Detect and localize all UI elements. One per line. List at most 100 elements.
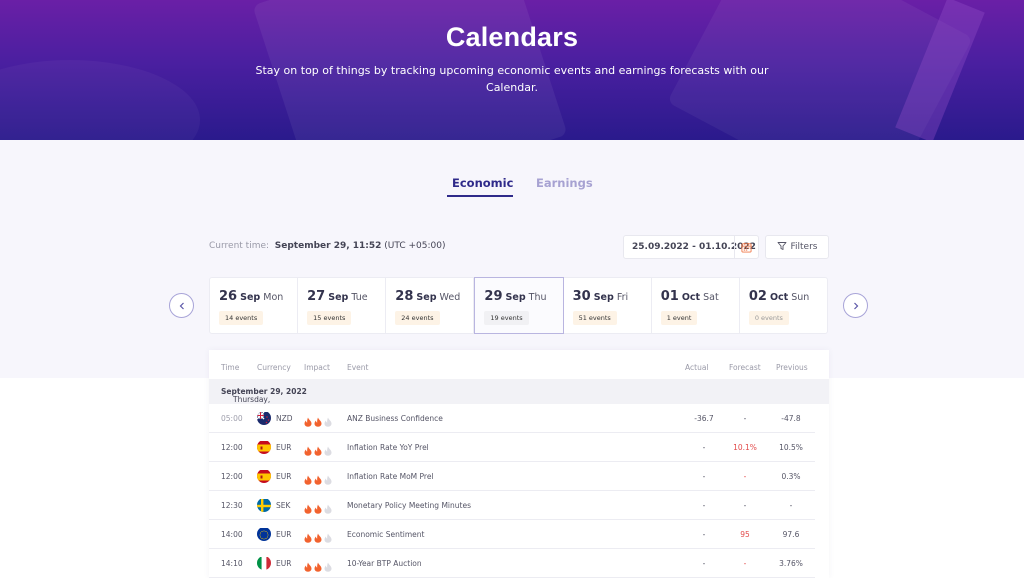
event-forecast: - bbox=[743, 501, 747, 510]
event-name: Inflation Rate YoY Prel bbox=[347, 443, 429, 452]
event-name: Monetary Policy Meeting Minutes bbox=[347, 501, 471, 510]
event-name: Inflation Rate MoM Prel bbox=[347, 472, 434, 481]
event-name: ANZ Business Confidence bbox=[347, 414, 443, 423]
event-time: 12:00 bbox=[221, 443, 243, 452]
page-title: Calendars bbox=[445, 22, 579, 52]
day-weekday: Thu bbox=[528, 292, 547, 303]
event-previous: 3.76% bbox=[779, 559, 803, 568]
day-card[interactable]: 30 Sep Fri 51 events bbox=[564, 278, 652, 333]
day-weekday: Sun bbox=[791, 292, 810, 303]
day-label: 28 Sep Wed bbox=[395, 289, 460, 304]
fire-icon bbox=[314, 441, 322, 460]
flag-es-icon bbox=[257, 440, 271, 454]
current-time-label: Current time: bbox=[209, 241, 270, 251]
day-number: 26 bbox=[219, 289, 238, 304]
impact-indicator bbox=[304, 412, 332, 431]
event-currency: NZD bbox=[276, 414, 293, 423]
column-header-forecast: Forecast bbox=[729, 363, 761, 372]
event-count-badge: 1 event bbox=[660, 311, 698, 325]
event-time: 12:30 bbox=[221, 501, 243, 510]
day-label: 27 Sep Tue bbox=[307, 289, 367, 304]
day-card[interactable]: 27 Sep Tue 15 events bbox=[298, 278, 387, 333]
table-row[interactable]: 12:30 SEK Monetary Policy Meeting Minutes -… bbox=[209, 491, 815, 520]
column-header-actual: Actual bbox=[685, 363, 709, 372]
day-label: 26 Sep Mon bbox=[219, 289, 283, 304]
day-card[interactable]: 28 Sep Wed 24 events bbox=[386, 278, 475, 333]
event-actual: - bbox=[702, 559, 706, 568]
current-time-value: September 29, 11:52 bbox=[274, 241, 382, 251]
table-row[interactable]: 05:00 NZD ANZ Business Confidence -36.7 - -47… bbox=[209, 404, 815, 433]
table-header: Time Currency Impact Event Actual Foreca… bbox=[209, 350, 829, 379]
event-name: 10-Year BTP Auction bbox=[347, 559, 422, 568]
impact-indicator bbox=[304, 528, 332, 547]
event-time: 14:00 bbox=[221, 530, 243, 539]
event-count-badge: 51 events bbox=[572, 311, 617, 325]
event-previous: 10.5% bbox=[779, 443, 803, 452]
day-label: 29 Sep Thu bbox=[484, 289, 546, 304]
day-number: 01 bbox=[660, 289, 679, 304]
event-count-badge: 19 events bbox=[484, 311, 529, 325]
event-currency: SEK bbox=[276, 501, 291, 510]
tab-earnings[interactable]: Earnings bbox=[536, 176, 593, 190]
calendar-icon[interactable] bbox=[734, 236, 758, 258]
column-header-previous: Previous bbox=[776, 363, 808, 372]
event-actual: - bbox=[702, 501, 706, 510]
chevron-right-icon bbox=[852, 299, 860, 313]
event-actual: - bbox=[702, 472, 706, 481]
day-month: Sep bbox=[240, 292, 261, 303]
page-subtitle: Stay on top of things by tracking upcomi… bbox=[255, 64, 769, 94]
day-label: 02 Oct Sun bbox=[749, 289, 809, 304]
hero-banner: Calendars Stay on top of things by track… bbox=[0, 0, 1024, 140]
day-month: Oct bbox=[681, 292, 701, 303]
day-card[interactable]: 01 Oct Sat 1 event bbox=[652, 278, 740, 333]
day-card[interactable]: 02 Oct Sun 0 events bbox=[740, 278, 827, 333]
fire-icon bbox=[314, 470, 322, 489]
event-time: 14:10 bbox=[221, 559, 243, 568]
column-header-event: Event bbox=[347, 363, 369, 372]
day-weekday: Mon bbox=[263, 292, 284, 303]
table-row[interactable]: 12:00 EUR Inflation Rate YoY Prel - 10.1% 10.… bbox=[209, 433, 815, 462]
flag-it-icon bbox=[257, 556, 271, 570]
event-currency: EUR bbox=[276, 443, 292, 452]
timezone: (UTC +05:00) bbox=[384, 241, 446, 251]
event-previous: - bbox=[789, 501, 793, 510]
tab-economic[interactable]: Economic bbox=[452, 176, 513, 190]
fire-icon bbox=[304, 528, 312, 547]
chevron-left-icon bbox=[178, 299, 186, 313]
day-number: 27 bbox=[307, 289, 326, 304]
date-group-header: Thursday, September 29, 2022 bbox=[209, 379, 829, 404]
fire-icon-inactive bbox=[324, 528, 332, 547]
hero-decoration bbox=[0, 60, 200, 140]
fire-icon bbox=[304, 412, 312, 431]
event-previous: 0.3% bbox=[781, 472, 801, 481]
filters-label: Filters bbox=[790, 242, 818, 252]
day-month: Sep bbox=[416, 292, 437, 303]
event-count-badge: 0 events bbox=[748, 311, 789, 325]
day-card[interactable]: 26 Sep Mon 14 events bbox=[210, 278, 299, 333]
event-forecast: 95 bbox=[740, 530, 750, 539]
current-time: Current time: September 29, 11:52 (UTC +… bbox=[209, 241, 446, 251]
fire-icon-inactive bbox=[324, 470, 332, 489]
flag-eu-icon bbox=[257, 527, 271, 541]
day-month: Sep bbox=[593, 292, 614, 303]
table-row[interactable]: 14:10 EUR 10-Year BTP Auction - - 3.76% bbox=[209, 549, 815, 578]
fire-icon bbox=[304, 499, 312, 518]
table-row[interactable]: 12:00 EUR Inflation Rate MoM Prel - - 0.3% bbox=[209, 462, 815, 491]
fire-icon-inactive bbox=[324, 499, 332, 518]
column-header-impact: Impact bbox=[304, 363, 330, 372]
filters-button[interactable]: Filters bbox=[765, 235, 829, 259]
table-row[interactable]: 14:00 EUR Economic Sentiment - 95 97.6 bbox=[209, 520, 815, 549]
day-number: 02 bbox=[748, 289, 767, 304]
date-range-picker[interactable]: 25.09.2022 - 01.10.2022 bbox=[623, 235, 759, 259]
impact-indicator bbox=[304, 499, 332, 518]
day-card[interactable]: 29 Sep Thu 19 events bbox=[474, 277, 564, 334]
next-week-button[interactable] bbox=[843, 293, 868, 318]
event-time: 05:00 bbox=[221, 414, 243, 423]
fire-icon-inactive bbox=[324, 412, 332, 431]
event-currency: EUR bbox=[276, 559, 292, 568]
previous-week-button[interactable] bbox=[169, 293, 194, 318]
day-month: Sep bbox=[328, 292, 349, 303]
group-weekday: Thursday, bbox=[233, 395, 271, 404]
event-name: Economic Sentiment bbox=[347, 530, 425, 539]
day-month: Sep bbox=[505, 292, 526, 303]
